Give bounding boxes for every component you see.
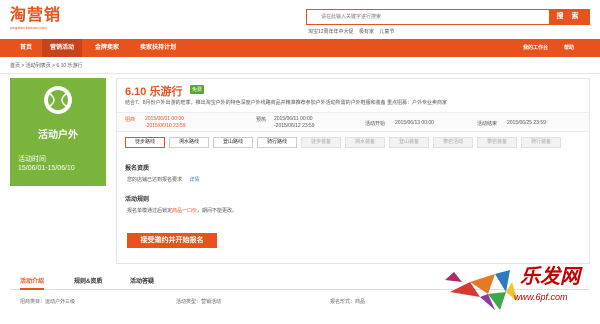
preview-label: 预热 [256,117,267,123]
qualification-details-link[interactable]: 详情 [189,177,199,183]
route-tab[interactable]: 攀岩装备 [477,137,517,148]
meta-label: 招商类目： [20,299,46,305]
search-input[interactable] [307,10,551,24]
route-tab[interactable]: 溯水路线 [169,137,209,148]
meta-signup-form: 报名形式：商品 [330,298,365,305]
accept-and-signup-button[interactable]: 接受邀约并开始报名 [127,233,217,248]
timeline-bar: 招商 2015/06/01 00:00 -2015/06/10 23:59 预热… [117,112,589,132]
logo[interactable]: 淘营销 yingxiao.taobao.com [10,7,62,31]
meta-category: 招商类目：运动户外三级 [20,298,75,305]
nav-marketing[interactable]: 营销活动 [42,39,83,57]
tab-faq[interactable]: 活动答疑 [130,276,154,290]
breadcrumb[interactable]: 首页 > 活动列表页 > 6.10 乐游行 [10,62,83,69]
search-box: 搜 索 [306,9,590,25]
signup-start: 2015/06/01 00:00 [145,116,184,122]
hot-keyword[interactable]: 淘宝12周年年中大促 [308,29,354,35]
top-header: 淘营销 yingxiao.taobao.com 搜 索 淘宝12周年年中大促 极… [0,0,600,38]
activity-title: 6.10 乐游行 [125,86,183,98]
rules-title: 活动规则 [125,197,150,203]
meta-type: 活动类型：营销活动 [176,298,221,305]
main-nav: 首页 营销活动 金牌卖家 卖家扶持计划 我的工作台 帮助 [0,39,600,57]
nav-help[interactable]: 帮助 [564,39,574,57]
meta-value: 运动户外三级 [45,299,76,305]
route-tab[interactable]: 骑行装备 [521,137,561,148]
hot-keyword[interactable]: 极有家 [359,29,374,35]
nav-gold-sellers[interactable]: 金牌卖家 [87,39,127,57]
qualification-status: 您的店铺已达到报名要求 [127,177,183,183]
route-tab[interactable]: 登山装备 [389,137,429,148]
rules-suffix: ，期间不能更改。 [197,208,238,214]
meta-value: 商品 [355,299,366,305]
qualification-text: 您的店铺已达到报名要求 详情 [127,176,199,183]
search-button[interactable]: 搜 索 [549,10,589,24]
divider [0,73,600,74]
qualification-title: 报名资质 [125,166,150,172]
watermark-url: www.6pf.com [514,292,568,302]
rules-highlight: 商品一口价 [172,208,198,214]
route-tab[interactable]: 徒步路线 [125,137,165,148]
signup-label: 招商 [125,117,136,123]
route-tab[interactable]: 登山路线 [213,137,253,148]
nav-home[interactable]: 首页 [12,39,40,57]
tab-rules[interactable]: 规则&资质 [74,276,102,290]
activity-category-card: 活动户外 活动时间 15/06/01-15/06/10 [10,78,106,186]
end-label: 活动结束 [477,121,498,127]
route-tab[interactable]: 徒步装备 [301,137,341,148]
activity-panel: 6.10 乐游行 免费 结合7、8月份户外出游的旺季，推出淘宝户外的特色深度户外… [116,78,590,264]
category-name: 活动户外 [38,130,78,141]
time-label: 活动时间 [18,156,46,163]
rules-prefix: 报名单模通过后锁定 [127,208,173,214]
preview-end: -2015/06/12 23:59 [274,123,315,129]
meta-value: 营销活动 [201,299,222,305]
meta-label: 报名形式： [330,299,356,305]
tab-intro[interactable]: 活动介绍 [20,276,45,290]
route-tab[interactable]: 骑行路线 [257,137,297,148]
route-tab[interactable]: 溯水装备 [345,137,385,148]
watermark-text: 乐发网 [520,266,580,288]
signup-end: -2015/06/10 23:59 [145,123,186,129]
rules-text: 报名单模通过后锁定商品一口价，期间不能更改。 [127,207,237,214]
activity-description: 结合7、8月份户外出游的旺季，推出淘宝户外的特色深度户外线路商品并精准推荐参加户… [125,100,447,106]
start-label: 活动开始 [365,121,386,127]
tennis-ball-icon [44,86,72,114]
start-value: 2015/06/13 00:00 [395,120,434,126]
time-value: 15/06/01-15/06/10 [18,165,75,172]
nav-workbench[interactable]: 我的工作台 [523,39,548,57]
route-tab[interactable]: 攀岩活动 [433,137,473,148]
logo-subtext: yingxiao.taobao.com [10,25,47,30]
hot-keyword[interactable]: 儿童节 [379,29,394,35]
nav-seller-support[interactable]: 卖家扶持计划 [132,39,184,57]
logo-text: 淘营销 [10,7,62,24]
end-value: 2015/06/25 23:59 [507,120,546,126]
meta-label: 活动类型： [176,299,202,305]
preview-start: 2015/06/11 00:00 [274,116,313,122]
hot-keywords: 淘宝12周年年中大促 极有家 儿童节 [308,28,398,35]
free-badge: 免费 [190,85,205,94]
